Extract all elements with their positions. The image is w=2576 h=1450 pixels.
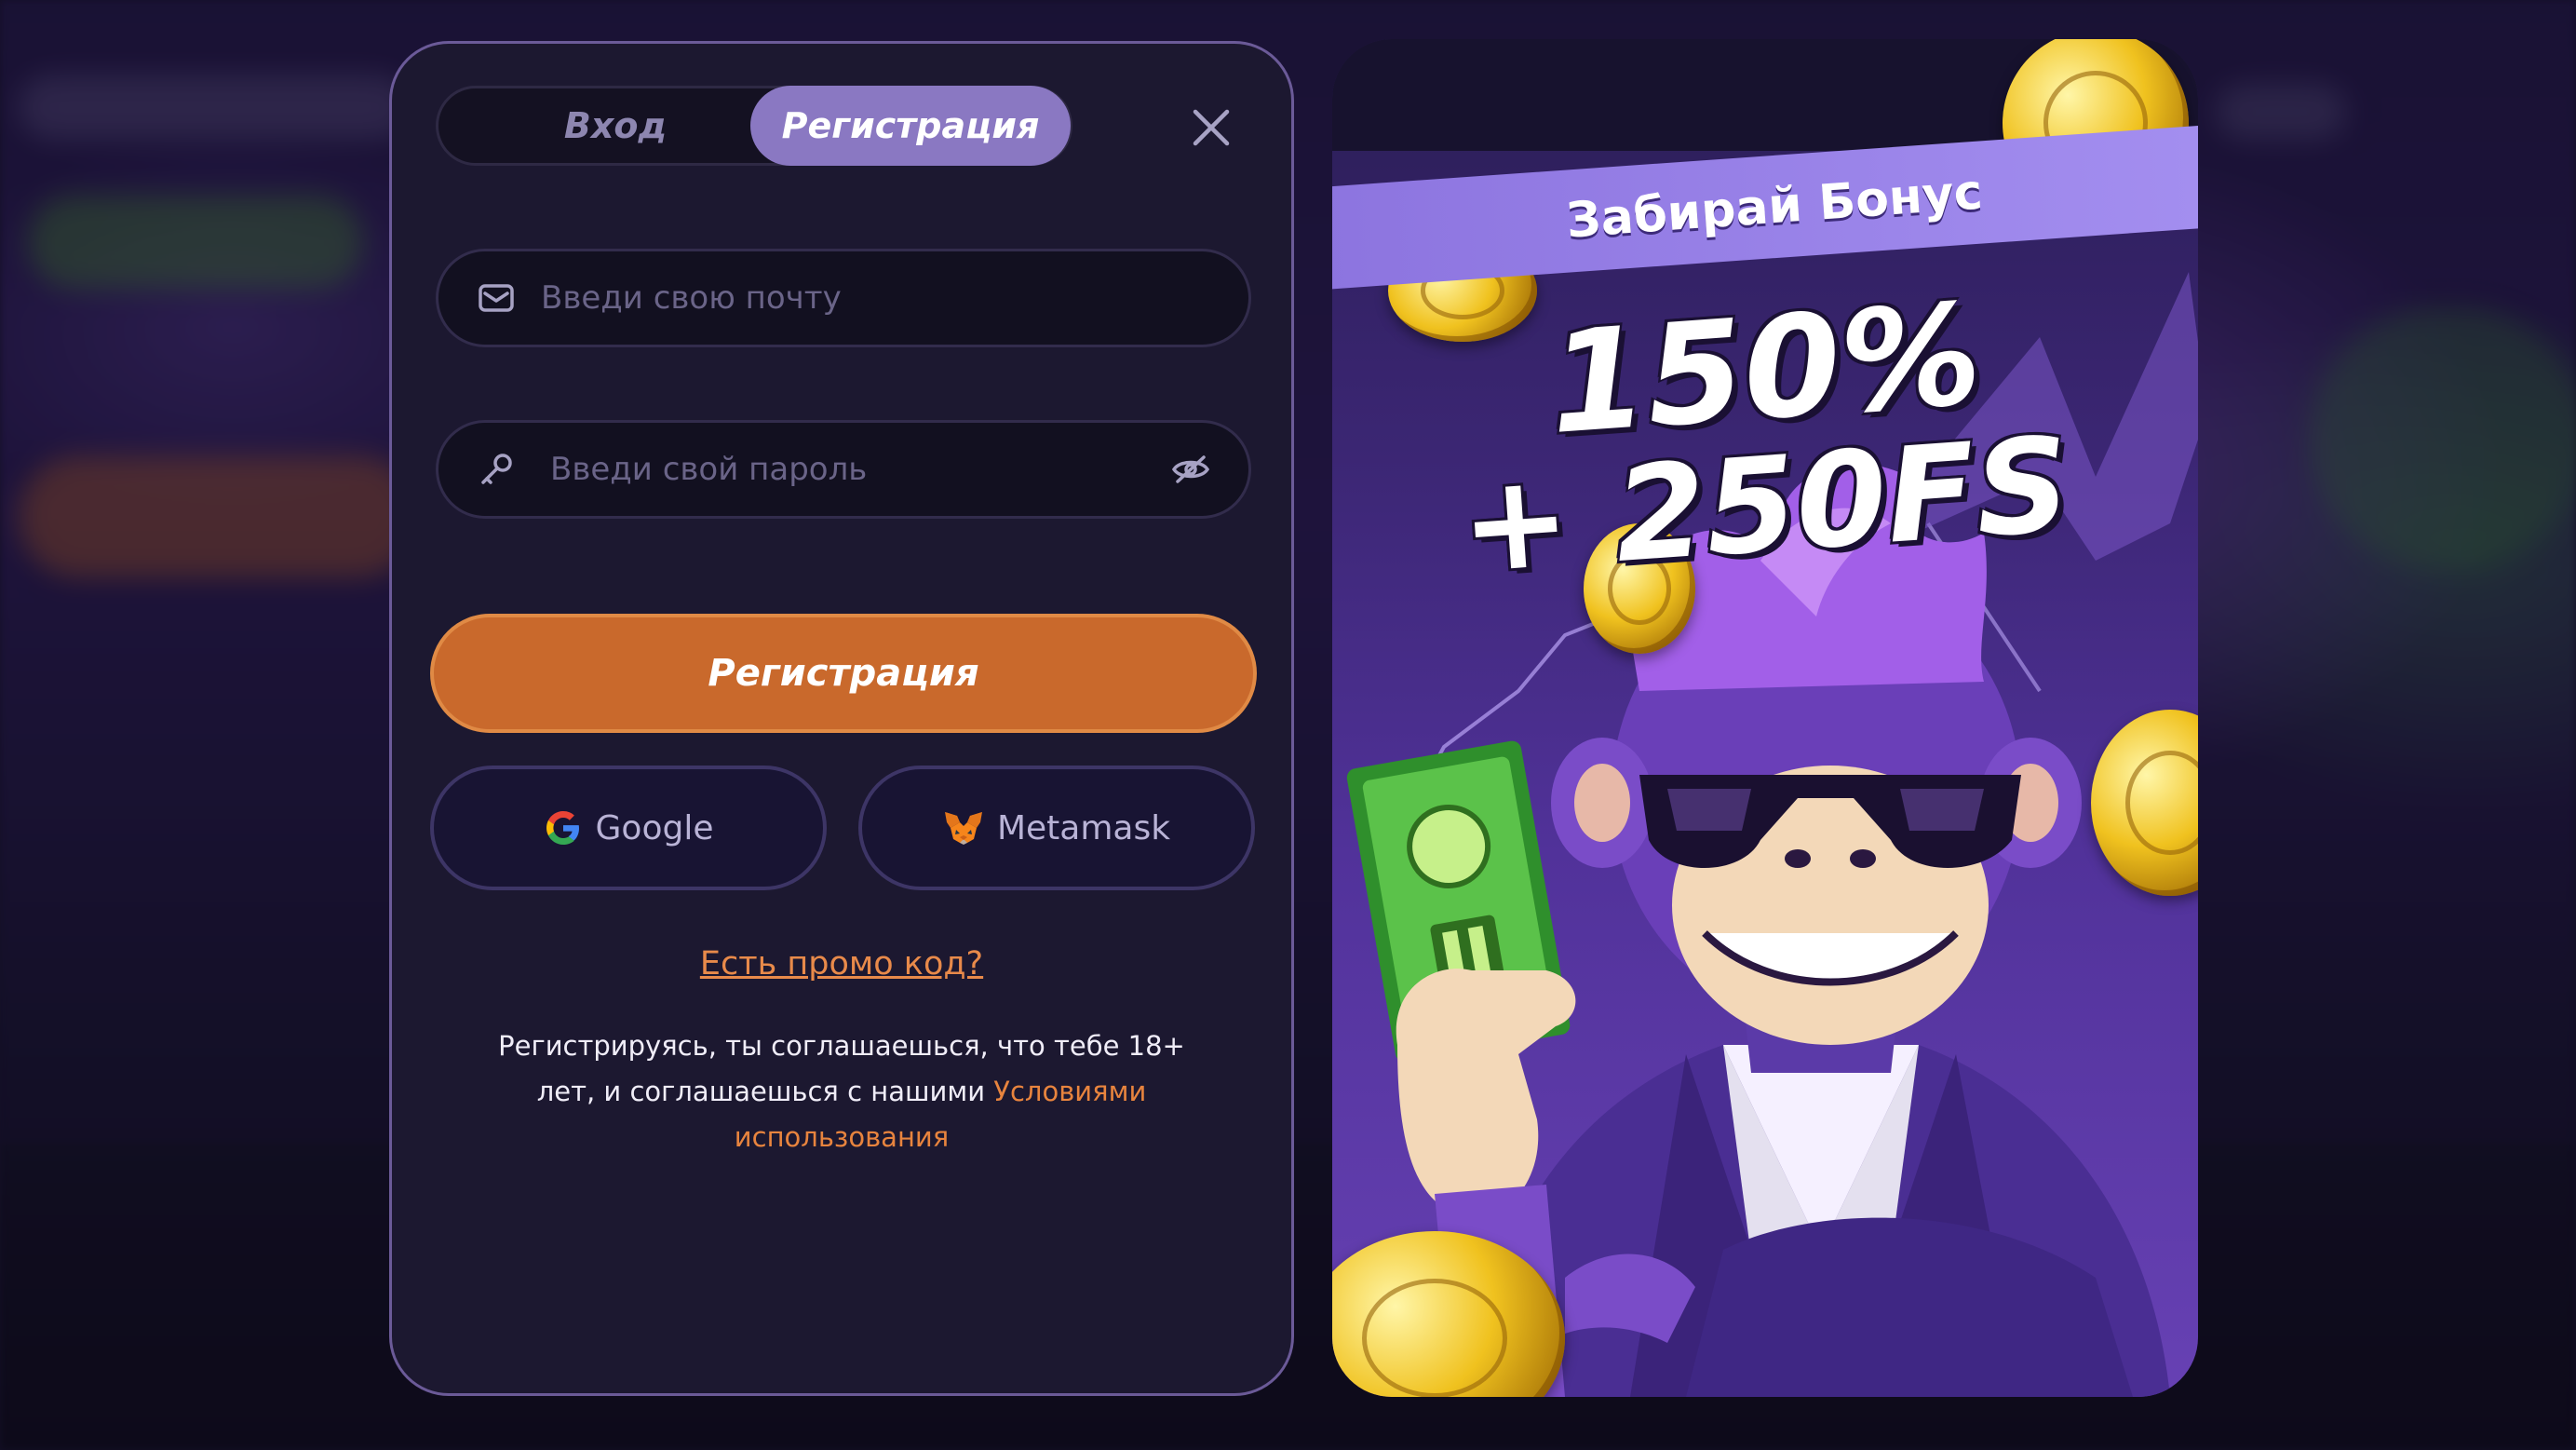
email-field-wrapper — [436, 249, 1251, 347]
metamask-label: Metamask — [996, 808, 1171, 847]
bonus-promo-card: Забирай Бонус 150% + 250FS — [1332, 39, 2198, 1397]
google-label: Google — [595, 808, 714, 847]
metamask-icon — [944, 812, 982, 845]
metamask-login-button[interactable]: Metamask — [858, 766, 1255, 890]
promo-code-link[interactable]: Есть промо код? — [392, 945, 1291, 982]
close-icon — [1193, 109, 1230, 146]
bonus-banner-text: Забирай Бонус — [1564, 164, 1985, 250]
register-submit-button[interactable]: Регистрация — [430, 614, 1257, 733]
toggle-password-visibility-button[interactable] — [1168, 447, 1213, 492]
mail-icon — [476, 278, 517, 318]
close-button[interactable] — [1188, 104, 1234, 151]
auth-tabs: Вход Регистрация — [436, 86, 1072, 166]
email-input[interactable] — [541, 251, 1174, 345]
password-field-wrapper — [436, 420, 1251, 519]
auth-modal: Вход Регистрация Введи свою почту Регист… — [389, 41, 1294, 1396]
tab-login[interactable]: Вход — [494, 86, 736, 166]
password-input[interactable] — [550, 423, 1183, 516]
google-login-button[interactable]: Google — [430, 766, 827, 890]
tab-register[interactable]: Регистрация — [750, 86, 1071, 166]
google-icon — [546, 811, 579, 845]
eye-off-icon — [1171, 455, 1210, 483]
key-icon — [476, 449, 517, 490]
terms-text: Регистрируясь, ты соглашаешься, что тебе… — [466, 1023, 1217, 1160]
